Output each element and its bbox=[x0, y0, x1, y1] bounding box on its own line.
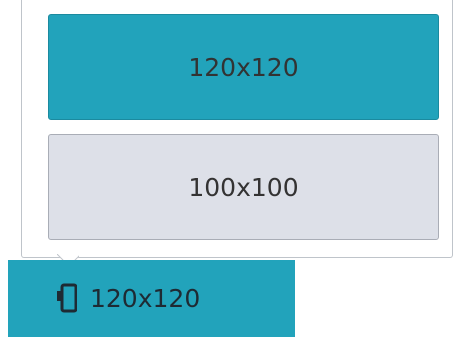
size-option-100x100[interactable]: 100x100 bbox=[48, 134, 439, 240]
size-option-120x120[interactable]: 120x120 bbox=[48, 14, 439, 120]
size-selector-button[interactable]: 120x120 bbox=[8, 260, 295, 337]
selected-size-label: 120x120 bbox=[90, 284, 201, 313]
device-frame-icon bbox=[55, 283, 78, 313]
size-option-label: 120x120 bbox=[188, 52, 299, 82]
size-selector-popup: 120x120 100x100 bbox=[21, 0, 453, 258]
size-option-label: 100x100 bbox=[188, 172, 299, 202]
